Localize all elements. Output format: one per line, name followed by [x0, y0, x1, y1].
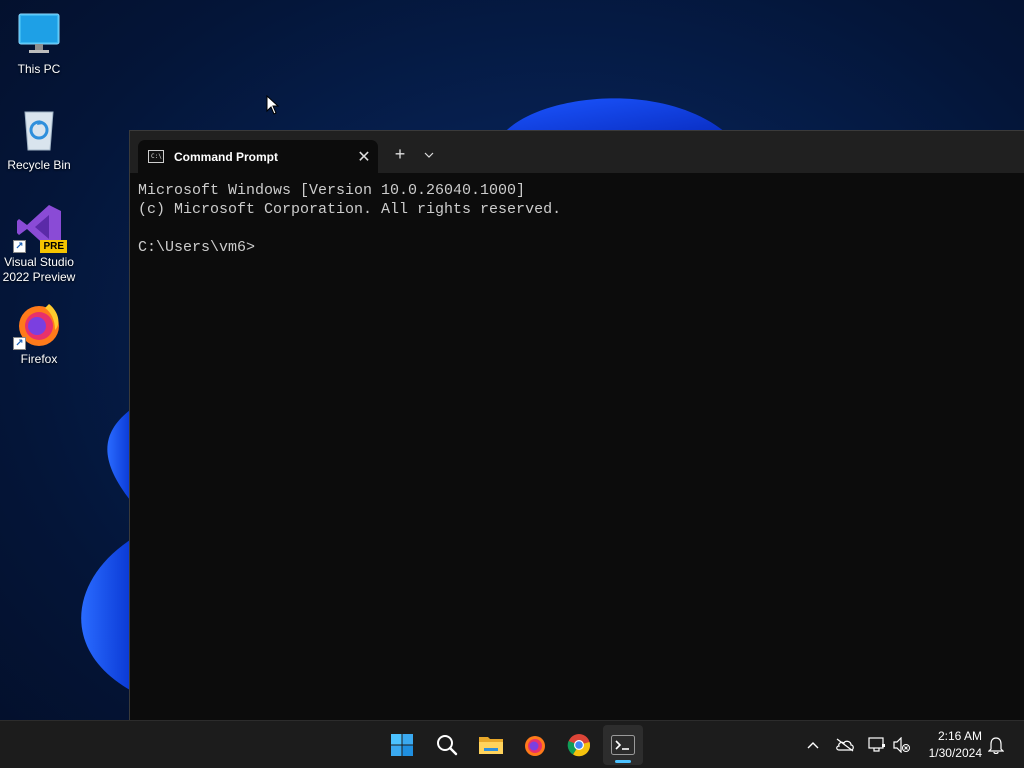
title-bar[interactable]: C:\ Command Prompt ✕ + — [130, 131, 1024, 173]
desktop-icon-this-pc[interactable]: This PC — [0, 10, 78, 77]
cmd-icon: C:\ — [148, 150, 164, 163]
notification-bell-icon[interactable] — [984, 733, 1008, 757]
mouse-pointer-icon — [266, 94, 280, 120]
volume-muted-icon[interactable] — [890, 733, 914, 757]
visual-studio-icon: PRE ↗ — [13, 203, 67, 253]
desktop-icon-label: Firefox — [20, 352, 58, 366]
onedrive-icon[interactable] — [833, 733, 857, 757]
desktop-icon-label: This PC — [17, 62, 61, 76]
desktop-icon-firefox[interactable]: ↗ Firefox — [0, 300, 78, 367]
tab-command-prompt[interactable]: C:\ Command Prompt ✕ — [138, 140, 378, 173]
desktop-icon-recycle-bin[interactable]: Recycle Bin — [0, 106, 78, 173]
tab-title: Command Prompt — [174, 149, 279, 164]
desktop-icon-visual-studio[interactable]: PRE ↗ Visual Studio 2022 Preview — [0, 203, 78, 285]
clock-date: 1/30/2024 — [928, 746, 982, 760]
start-icon[interactable] — [382, 725, 422, 765]
console-output[interactable]: Microsoft Windows [Version 10.0.26040.10… — [130, 173, 1024, 257]
new-tab-button[interactable]: + — [388, 143, 412, 167]
search-icon[interactable] — [427, 725, 467, 765]
console-line: Microsoft Windows [Version 10.0.26040.10… — [138, 182, 526, 199]
desktop-icon-label: Visual Studio 2022 Preview — [2, 255, 76, 284]
preview-badge: PRE — [40, 240, 67, 253]
terminal-window[interactable]: C:\ Command Prompt ✕ + Microsoft Windows… — [129, 130, 1024, 720]
shortcut-arrow-icon: ↗ — [13, 337, 26, 350]
network-icon[interactable] — [865, 733, 889, 757]
terminal-icon[interactable] — [603, 725, 643, 765]
monitor-icon — [15, 10, 63, 58]
firefox-icon[interactable] — [515, 725, 555, 765]
clock-time: 2:16 AM — [937, 729, 982, 743]
chevron-down-icon[interactable] — [418, 143, 440, 167]
console-line: (c) Microsoft Corporation. All rights re… — [138, 201, 562, 218]
file-explorer-icon[interactable] — [471, 725, 511, 765]
chrome-icon[interactable] — [559, 725, 599, 765]
console-line: ​ — [138, 219, 1024, 238]
recycle-bin-icon — [15, 106, 63, 154]
taskbar: 2:16 AM 1/30/2024 — [0, 720, 1024, 768]
close-tab-icon[interactable]: ✕ — [350, 147, 378, 167]
shortcut-arrow-icon: ↗ — [13, 240, 26, 253]
console-prompt: C:\Users\vm6> — [138, 239, 256, 256]
chevron-up-icon[interactable] — [801, 733, 825, 757]
firefox-icon: ↗ — [13, 300, 63, 350]
desktop-icon-label: Recycle Bin — [7, 158, 71, 172]
clock[interactable]: 2:16 AM 1/30/2024 — [929, 728, 982, 762]
